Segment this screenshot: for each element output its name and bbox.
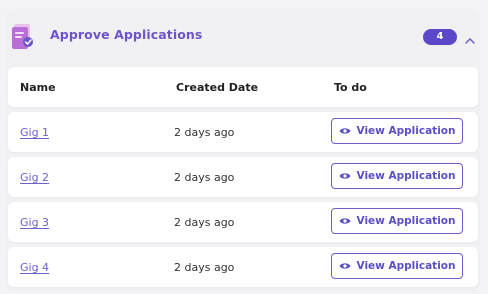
eye-icon: [339, 263, 350, 269]
table-row: Gig 3 2 days ago View Application: [8, 202, 478, 242]
view-application-label: View Application: [356, 260, 456, 272]
eye-icon: [339, 218, 350, 224]
eye-icon: [339, 128, 350, 134]
view-application-button[interactable]: View Application: [331, 118, 463, 144]
view-application-label: View Application: [356, 125, 456, 137]
column-header-name: Name: [20, 81, 56, 94]
eye-icon: [339, 173, 350, 179]
view-application-button[interactable]: View Application: [331, 253, 463, 279]
view-application-button[interactable]: View Application: [331, 208, 463, 234]
gig-name-link[interactable]: Gig 4: [20, 261, 49, 274]
view-application-label: View Application: [356, 215, 456, 227]
count-badge: 4: [423, 29, 457, 45]
approve-applications-panel: Approve Applications 4 Name Created Date…: [6, 9, 480, 291]
table-row: Gig 1 2 days ago View Application: [8, 112, 478, 152]
panel-title: Approve Applications: [50, 27, 203, 42]
chevron-up-icon[interactable]: [464, 31, 476, 44]
table-row: Gig 2 2 days ago View Application: [8, 157, 478, 197]
gig-name-link[interactable]: Gig 3: [20, 216, 49, 229]
column-header-created-date: Created Date: [176, 81, 259, 94]
gig-name-link[interactable]: Gig 2: [20, 171, 49, 184]
view-application-label: View Application: [356, 170, 456, 182]
created-date-cell: 2 days ago: [174, 171, 235, 184]
gig-name-link[interactable]: Gig 1: [20, 126, 49, 139]
applications-document-icon: [11, 22, 35, 50]
table-row: Gig 4 2 days ago View Application: [8, 247, 478, 287]
created-date-cell: 2 days ago: [174, 216, 235, 229]
column-header-to-do: To do: [334, 81, 367, 94]
panel-header[interactable]: Approve Applications 4: [6, 9, 480, 63]
created-date-cell: 2 days ago: [174, 126, 235, 139]
view-application-button[interactable]: View Application: [331, 163, 463, 189]
table-header-row: Name Created Date To do: [8, 67, 478, 107]
created-date-cell: 2 days ago: [174, 261, 235, 274]
